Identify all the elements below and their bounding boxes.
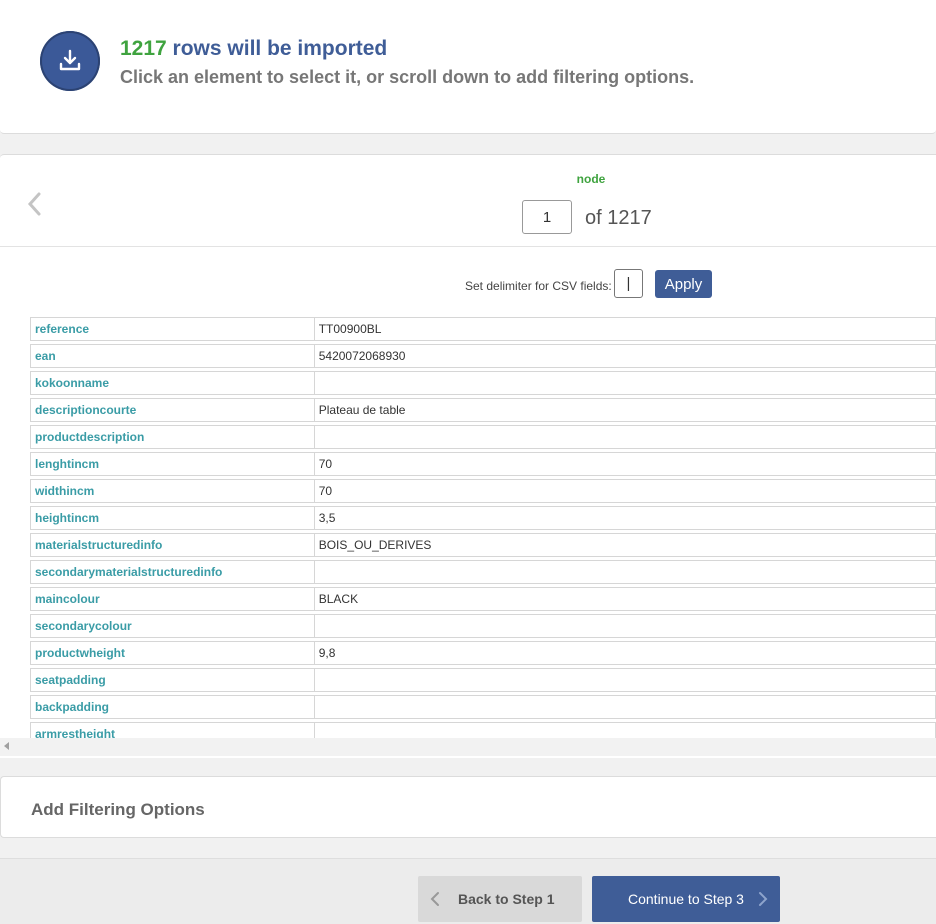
chevron-left-icon[interactable] <box>26 191 42 222</box>
field-key[interactable]: ean <box>30 344 315 368</box>
field-row[interactable]: secondarycolour <box>30 614 936 638</box>
field-row[interactable]: reference TT00900BL <box>30 317 936 341</box>
field-key[interactable]: backpadding <box>30 695 315 719</box>
fields-table-scroll[interactable]: reference TT00900BL ean 5420072068930 kokoon… <box>0 314 936 738</box>
field-row[interactable]: widthincm 70 <box>30 479 936 503</box>
field-row[interactable]: ean 5420072068930 <box>30 344 936 368</box>
field-value[interactable] <box>314 371 936 395</box>
field-key[interactable]: reference <box>30 317 315 341</box>
delimiter-input[interactable] <box>614 269 643 298</box>
field-row[interactable]: descriptioncourte Plateau de table <box>30 398 936 422</box>
back-to-step-1-button[interactable]: Back to Step 1 <box>418 876 582 922</box>
wizard-footer: Back to Step 1 Continue to Step 3 <box>0 858 936 924</box>
field-key[interactable]: productdescription <box>30 425 315 449</box>
field-key[interactable]: productwheight <box>30 641 315 665</box>
import-headline: 1217 rows will be imported <box>120 37 387 61</box>
continue-button-label: Continue to Step 3 <box>628 891 744 907</box>
field-row[interactable]: maincolour BLACK <box>30 587 936 611</box>
field-value[interactable] <box>314 668 936 692</box>
field-key[interactable]: lenghtincm <box>30 452 315 476</box>
field-value[interactable] <box>314 560 936 584</box>
field-key[interactable]: seatpadding <box>30 668 315 692</box>
field-row[interactable]: heightincm 3,5 <box>30 506 936 530</box>
import-subtitle: Click an element to select it, or scroll… <box>120 67 695 87</box>
field-value[interactable]: Plateau de table <box>314 398 936 422</box>
page-number-input[interactable] <box>522 200 572 234</box>
field-row[interactable]: backpadding <box>30 695 936 719</box>
field-key[interactable]: secondarycolour <box>30 614 315 638</box>
headline-text: rows will be imported <box>166 37 388 60</box>
field-value[interactable]: BLACK <box>314 587 936 611</box>
node-label: node <box>576 172 606 186</box>
field-row[interactable]: armrestheight <box>30 722 936 738</box>
field-value[interactable]: 3,5 <box>314 506 936 530</box>
field-key[interactable]: heightincm <box>30 506 315 530</box>
field-value[interactable]: BOIS_OU_DERIVES <box>314 533 936 557</box>
field-key[interactable]: descriptioncourte <box>30 398 315 422</box>
fields-table: reference TT00900BL ean 5420072068930 kokoon… <box>30 314 936 738</box>
field-value[interactable]: 5420072068930 <box>314 344 936 368</box>
field-value[interactable] <box>314 614 936 638</box>
field-key[interactable]: armrestheight <box>30 722 315 738</box>
field-row[interactable]: lenghtincm 70 <box>30 452 936 476</box>
chevron-right-icon <box>759 892 768 906</box>
delimiter-label: Set delimiter for CSV fields: <box>465 279 612 293</box>
record-preview-panel: node of 1217 Set delimiter for CSV field… <box>0 154 936 758</box>
row-count: 1217 <box>120 37 167 60</box>
field-key[interactable]: materialstructuredinfo <box>30 533 315 557</box>
filtering-options-section[interactable]: Add Filtering Options <box>0 776 936 838</box>
field-key[interactable]: maincolour <box>30 587 315 611</box>
field-value[interactable]: 9,8 <box>314 641 936 665</box>
divider <box>0 246 936 247</box>
field-value[interactable] <box>314 722 936 738</box>
back-button-label: Back to Step 1 <box>458 891 555 907</box>
scroll-left-icon[interactable] <box>4 742 9 750</box>
page-total: of 1217 <box>585 207 652 229</box>
field-value[interactable] <box>314 425 936 449</box>
field-key[interactable]: widthincm <box>30 479 315 503</box>
chevron-left-icon <box>430 892 439 906</box>
field-key[interactable]: secondarymaterialstructuredinfo <box>30 560 315 584</box>
horizontal-scrollbar[interactable] <box>0 738 936 756</box>
field-row[interactable]: materialstructuredinfo BOIS_OU_DERIVES <box>30 533 936 557</box>
continue-to-step-3-button[interactable]: Continue to Step 3 <box>592 876 780 922</box>
apply-button[interactable]: Apply <box>655 270 712 298</box>
field-row[interactable]: kokoonname <box>30 371 936 395</box>
field-value[interactable] <box>314 695 936 719</box>
filtering-options-title: Add Filtering Options <box>31 800 205 819</box>
field-row[interactable]: seatpadding <box>30 668 936 692</box>
field-key[interactable]: kokoonname <box>30 371 315 395</box>
field-value[interactable]: 70 <box>314 479 936 503</box>
field-row[interactable]: productwheight 9,8 <box>30 641 936 665</box>
field-row[interactable]: secondarymaterialstructuredinfo <box>30 560 936 584</box>
import-summary-card: 1217 rows will be imported Click an elem… <box>0 0 936 134</box>
field-value[interactable]: TT00900BL <box>314 317 936 341</box>
field-row[interactable]: productdescription <box>30 425 936 449</box>
download-tray-icon <box>40 31 100 91</box>
field-value[interactable]: 70 <box>314 452 936 476</box>
